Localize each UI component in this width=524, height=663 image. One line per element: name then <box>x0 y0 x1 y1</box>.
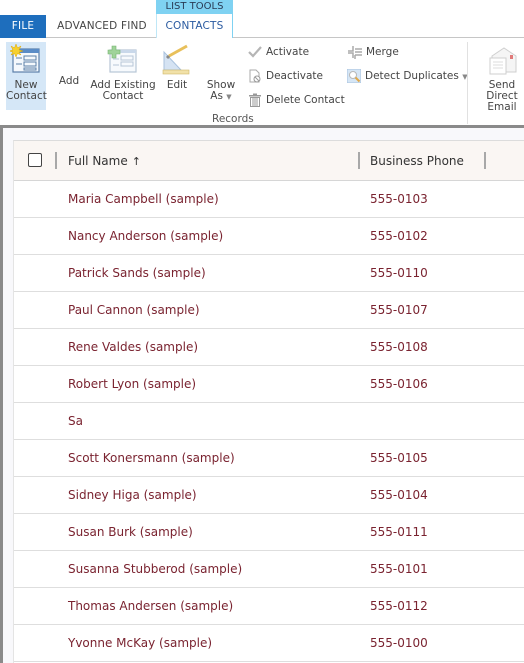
activate-label: Activate <box>266 46 310 58</box>
sort-ascending-icon: ↑ <box>131 155 141 168</box>
column-separator[interactable] <box>484 152 486 169</box>
grid-rows: Maria Campbell (sample) 555-0103 Nancy And… <box>14 181 524 662</box>
ribbon-group-separator <box>467 42 468 124</box>
contact-name-link[interactable]: Yvonne McKay (sample) <box>68 625 212 662</box>
contact-name-link[interactable]: Scott Konersmann (sample) <box>68 440 235 477</box>
send-direct-email-button[interactable]: Send Direct Email <box>472 42 524 113</box>
contact-name-link[interactable]: Susanna Stubberod (sample) <box>68 551 242 588</box>
business-phone-cell[interactable]: 555-0102 <box>370 218 428 255</box>
table-row[interactable]: Sa <box>14 403 524 440</box>
select-all-checkbox[interactable] <box>28 153 42 167</box>
delete-contact-label: Delete Contact <box>266 94 345 106</box>
activate-button[interactable]: Activate <box>248 42 309 62</box>
column-separator[interactable] <box>55 152 57 169</box>
merge-label: Merge <box>366 46 399 58</box>
table-row[interactable]: Rene Valdes (sample) 555-0108 <box>14 329 524 366</box>
deactivate-icon <box>249 69 261 83</box>
grid-header: Full Name ↑ Business Phone <box>14 141 524 181</box>
detect-duplicates-dropdown[interactable]: Detect Duplicates ▼ <box>347 66 468 86</box>
business-phone-cell[interactable]: 555-0110 <box>370 255 428 292</box>
email-icon <box>489 47 517 75</box>
tab-file[interactable]: FILE <box>0 15 46 38</box>
add-button[interactable]: Add <box>52 76 86 96</box>
column-separator[interactable] <box>358 152 360 169</box>
contact-name-link[interactable]: Sa <box>68 403 83 440</box>
business-phone-cell[interactable]: 555-0103 <box>370 181 428 218</box>
table-row[interactable]: Scott Konersmann (sample) 555-0105 <box>14 440 524 477</box>
deactivate-label: Deactivate <box>266 70 324 82</box>
business-phone-cell[interactable]: 555-0112 <box>370 588 428 625</box>
add-existing-contact-button[interactable]: Add Existing Contact <box>90 42 156 110</box>
grid-area: Full Name ↑ Business Phone Maria Campbell… <box>0 128 524 663</box>
business-phone-cell[interactable]: 555-0108 <box>370 329 428 366</box>
ribbon: New Contact Add Add Existing Contact Edi… <box>0 38 524 128</box>
table-row[interactable]: Nancy Anderson (sample) 555-0102 <box>14 218 524 255</box>
contacts-grid: Full Name ↑ Business Phone Maria Campbell… <box>13 140 524 663</box>
add-existing-contact-icon <box>107 45 137 73</box>
send-direct-email-label-line1: Send Direct <box>486 79 518 102</box>
merge-icon <box>348 46 362 59</box>
table-row[interactable]: Yvonne McKay (sample) 555-0100 <box>14 625 524 662</box>
send-direct-email-label-line2: Email <box>487 101 517 113</box>
table-row[interactable]: Susan Burk (sample) 555-0111 <box>14 514 524 551</box>
contact-name-link[interactable]: Susan Burk (sample) <box>68 514 193 551</box>
column-header-business-phone[interactable]: Business Phone <box>370 141 464 181</box>
edit-label: Edit <box>166 79 188 91</box>
records-group-label: Records <box>212 113 254 125</box>
edit-icon <box>162 44 190 75</box>
business-phone-cell[interactable]: 555-0105 <box>370 440 428 477</box>
checkmark-icon <box>248 46 262 58</box>
business-phone-cell[interactable]: 555-0106 <box>370 366 428 403</box>
table-row[interactable]: Paul Cannon (sample) 555-0107 <box>14 292 524 329</box>
business-phone-cell[interactable]: 555-0101 <box>370 551 428 588</box>
table-row[interactable]: Sidney Higa (sample) 555-0104 <box>14 477 524 514</box>
detect-duplicates-label: Detect Duplicates <box>365 70 459 82</box>
contact-name-link[interactable]: Sidney Higa (sample) <box>68 477 197 514</box>
business-phone-cell[interactable]: 555-0111 <box>370 514 428 551</box>
add-label: Add <box>58 75 80 87</box>
table-row[interactable]: Maria Campbell (sample) 555-0103 <box>14 181 524 218</box>
chevron-down-icon: ▼ <box>226 93 232 101</box>
show-as-label-line2: As <box>210 90 223 102</box>
show-as-dropdown[interactable]: Show As ▼ <box>200 80 242 108</box>
contact-name-link[interactable]: Patrick Sands (sample) <box>68 255 206 292</box>
detect-duplicates-icon <box>347 69 361 83</box>
table-row[interactable]: Robert Lyon (sample) 555-0106 <box>14 366 524 403</box>
new-contact-label-line2: Contact <box>6 90 47 102</box>
business-phone-cell[interactable]: 555-0104 <box>370 477 428 514</box>
show-as-label-line2-wrap: As ▼ <box>200 91 242 103</box>
table-row[interactable]: Patrick Sands (sample) 555-0110 <box>14 255 524 292</box>
deactivate-button[interactable]: Deactivate <box>248 66 323 86</box>
contact-name-link[interactable]: Rene Valdes (sample) <box>68 329 198 366</box>
ribbon-tabs: FILE ADVANCED FIND LIST TOOLS CONTACTS <box>0 0 524 38</box>
delete-contact-button[interactable]: Delete Contact <box>248 90 345 110</box>
context-group-list-tools: LIST TOOLS <box>156 0 233 14</box>
contact-name-link[interactable]: Robert Lyon (sample) <box>68 366 196 403</box>
tab-contacts[interactable]: CONTACTS <box>156 14 233 38</box>
new-contact-button[interactable]: New Contact <box>6 42 47 110</box>
table-row[interactable]: Thomas Andersen (sample) 555-0112 <box>14 588 524 625</box>
new-contact-icon <box>10 44 40 73</box>
edit-button[interactable]: Edit <box>160 42 194 110</box>
add-existing-label-line2: Contact <box>102 90 144 102</box>
business-phone-cell[interactable]: 555-0107 <box>370 292 428 329</box>
full-name-header-label: Full Name <box>68 154 128 168</box>
tab-advanced-find[interactable]: ADVANCED FIND <box>50 15 154 38</box>
business-phone-cell[interactable]: 555-0100 <box>370 625 428 662</box>
contact-name-link[interactable]: Nancy Anderson (sample) <box>68 218 223 255</box>
table-row[interactable]: Susanna Stubberod (sample) 555-0101 <box>14 551 524 588</box>
contact-name-link[interactable]: Thomas Andersen (sample) <box>68 588 233 625</box>
trash-icon <box>249 93 261 107</box>
column-header-full-name[interactable]: Full Name ↑ <box>68 141 141 182</box>
contact-name-link[interactable]: Paul Cannon (sample) <box>68 292 200 329</box>
contact-name-link[interactable]: Maria Campbell (sample) <box>68 181 219 218</box>
merge-button[interactable]: Merge <box>348 42 399 62</box>
